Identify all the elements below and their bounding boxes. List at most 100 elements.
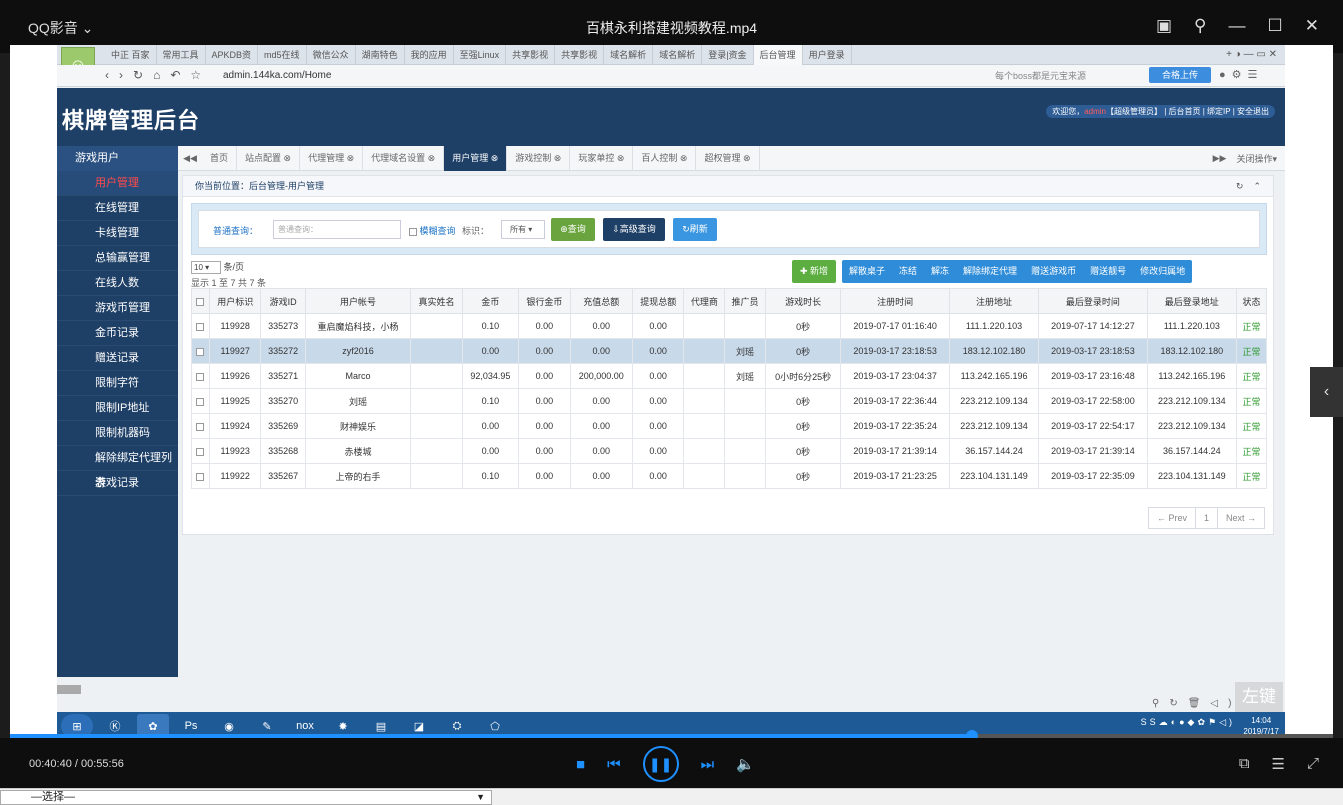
screenshot-icon[interactable]: ▣: [1156, 16, 1172, 36]
upload-button[interactable]: 合格上传: [1149, 67, 1211, 83]
action-button[interactable]: 修改归属地: [1133, 260, 1192, 283]
page-tab[interactable]: 站点配置 ⊗: [237, 145, 301, 171]
volume-icon[interactable]: 🔈: [736, 755, 755, 773]
horizontal-scrollbar[interactable]: [57, 685, 81, 694]
collapse-panel-icon[interactable]: ⌃: [1253, 176, 1261, 197]
next-icon[interactable]: ⏭: [701, 756, 715, 773]
pager-item[interactable]: Next →: [1218, 508, 1264, 528]
tab-close-icon[interactable]: ⊗: [614, 153, 625, 163]
browser-tab[interactable]: APKDB资: [206, 45, 259, 65]
sidebar-item[interactable]: 限制IP地址: [57, 396, 178, 421]
sidebar-item[interactable]: 在线人数: [57, 271, 178, 296]
browser-tab[interactable]: 域名解析: [653, 45, 703, 65]
refresh-panel-icon[interactable]: ↻: [1236, 176, 1244, 197]
sidebar-item[interactable]: 游戏币管理: [57, 296, 178, 321]
action-button[interactable]: 赠送游戏币: [1024, 260, 1083, 283]
browser-tab[interactable]: 域名解析: [604, 45, 654, 65]
row-checkbox[interactable]: [196, 322, 205, 331]
column-header[interactable]: 状态: [1235, 288, 1268, 314]
browser-tab[interactable]: 共享影视: [506, 45, 556, 65]
row-checkbox[interactable]: [196, 472, 205, 481]
ident-select[interactable]: 所有 ▾: [501, 220, 545, 239]
table-row[interactable]: 119927 335272 zyf2016 0.00 0.00 0.00 0.00 刘瑶 0秒 2…: [191, 338, 1268, 364]
browser-tab[interactable]: 常用工具: [157, 45, 206, 65]
page-size-select[interactable]: 10 ▾: [191, 261, 221, 274]
browser-window-controls[interactable]: + ◑ — ▭ ✕: [1226, 49, 1285, 60]
tab-close-icon[interactable]: ⊗: [740, 153, 751, 163]
action-button[interactable]: 解冻: [924, 260, 956, 283]
reload-icon[interactable]: ↻: [133, 68, 143, 82]
column-header[interactable]: 注册时间: [840, 288, 950, 314]
side-panel-toggle-icon[interactable]: ‹: [1310, 367, 1343, 417]
tab-close-icon[interactable]: ⊗: [425, 153, 436, 163]
column-header[interactable]: 最后登录地址: [1146, 288, 1237, 314]
column-header[interactable]: 游戏时长: [764, 288, 842, 314]
sidebar-item[interactable]: 金币记录: [57, 321, 178, 346]
table-row[interactable]: 119926 335271 Marco 92,034.95 0.00 200,000.00…: [191, 363, 1268, 389]
settings-icon[interactable]: ☰: [1272, 755, 1285, 773]
page-tab[interactable]: 百人控制 ⊗: [633, 145, 697, 171]
table-row[interactable]: 119928 335273 重启魔焰科技，小杨 0.10 0.00 0.00 0.00 0秒 2…: [191, 313, 1268, 339]
row-checkbox[interactable]: [196, 347, 205, 356]
action-button[interactable]: 赠送靓号: [1083, 260, 1133, 283]
action-button[interactable]: 解散桌子: [842, 260, 892, 283]
table-row[interactable]: 119925 335270 刘瑶 0.10 0.00 0.00 0.00 0秒 2019-03-…: [191, 388, 1268, 414]
browser-tab[interactable]: md5在线: [258, 45, 307, 65]
star-icon[interactable]: ☆: [190, 68, 201, 82]
row-checkbox[interactable]: [196, 447, 205, 456]
pause-button[interactable]: ❚❚: [642, 746, 679, 782]
sidebar-item[interactable]: 在线管理: [57, 196, 178, 221]
close-icon[interactable]: ✕: [1305, 16, 1319, 36]
action-button[interactable]: 冻结: [892, 260, 924, 283]
browser-tab[interactable]: 湖南特色: [356, 45, 405, 65]
column-header[interactable]: 注册地址: [948, 288, 1040, 314]
table-row[interactable]: 119924 335269 财神娱乐 0.00 0.00 0.00 0.00 0秒 2019-0…: [191, 413, 1268, 439]
column-header[interactable]: 充值总额: [569, 288, 633, 314]
browser-tab[interactable]: 共享影视: [555, 45, 605, 65]
fullscreen-icon[interactable]: ⤢: [1307, 755, 1319, 773]
browser-tab[interactable]: 用户登录: [803, 45, 852, 65]
minimize-icon[interactable]: —: [1229, 16, 1246, 36]
fuzzy-query-option[interactable]: 模糊查询: [409, 224, 456, 237]
sidebar-item[interactable]: 用户管理: [57, 171, 178, 196]
sidebar-item[interactable]: 限制机器码: [57, 421, 178, 446]
column-header[interactable]: 用户帐号: [304, 288, 412, 314]
row-checkbox[interactable]: [196, 397, 205, 406]
action-button[interactable]: 解除绑定代理: [956, 260, 1024, 283]
tab-close-icon[interactable]: ⊗: [551, 153, 562, 163]
tab-close-icon[interactable]: ⊗: [677, 153, 688, 163]
table-row[interactable]: 119923 335268 赤楼城 0.00 0.00 0.00 0.00 0秒 2019-03…: [191, 438, 1268, 464]
query-button[interactable]: ⊕查询: [551, 218, 595, 241]
capture-icon[interactable]: ⧉: [1239, 755, 1250, 773]
sidebar-item[interactable]: 赠送记录: [57, 346, 178, 371]
browser-search-field[interactable]: 每个boss都是元宝来源: [995, 68, 1145, 84]
column-header[interactable]: 最后登录时间: [1038, 288, 1148, 314]
sidebar-item[interactable]: 限制字符: [57, 371, 178, 396]
undo-icon[interactable]: ↶: [170, 68, 180, 82]
back-icon[interactable]: ‹: [105, 68, 109, 82]
browser-tab[interactable]: 中正 百家: [105, 45, 157, 65]
close-ops-menu[interactable]: 关闭操作▾: [1236, 152, 1277, 165]
row-checkbox[interactable]: [196, 422, 205, 431]
browser-tab[interactable]: 至强Linux: [454, 45, 507, 65]
pin-icon[interactable]: ⚲: [1194, 16, 1206, 36]
maximize-icon[interactable]: ☐: [1268, 16, 1283, 36]
sidebar-item[interactable]: 解除绑定代理列表: [57, 446, 178, 489]
tab-scroll-left-icon[interactable]: ◀◀: [178, 153, 202, 164]
column-header[interactable]: 银行金币: [518, 288, 571, 314]
sidebar-item[interactable]: 游戏记录: [57, 471, 178, 496]
add-button[interactable]: ✚ 新增: [792, 260, 836, 283]
browser-extension-icons[interactable]: ●⚙☰: [1219, 68, 1263, 81]
page-tab[interactable]: 超权管理 ⊗: [696, 145, 760, 171]
stop-icon[interactable]: ■: [576, 756, 585, 773]
page-tab[interactable]: 代理域名设置 ⊗: [363, 145, 445, 171]
tab-close-icon[interactable]: ⊗: [488, 153, 499, 163]
browser-tab[interactable]: 后台管理: [753, 45, 803, 65]
page-tab[interactable]: 游戏控制 ⊗: [507, 145, 571, 171]
tab-close-icon[interactable]: ⊗: [344, 153, 355, 163]
column-header[interactable]: 用户标识: [208, 288, 262, 314]
system-tray-icons[interactable]: SS☁◐●◆✿⚑◁): [1141, 717, 1235, 728]
tab-close-icon[interactable]: ⊗: [281, 153, 292, 163]
url-field[interactable]: admin.144ka.com/Home: [223, 68, 993, 84]
page-tab[interactable]: 代理管理 ⊗: [300, 145, 364, 171]
